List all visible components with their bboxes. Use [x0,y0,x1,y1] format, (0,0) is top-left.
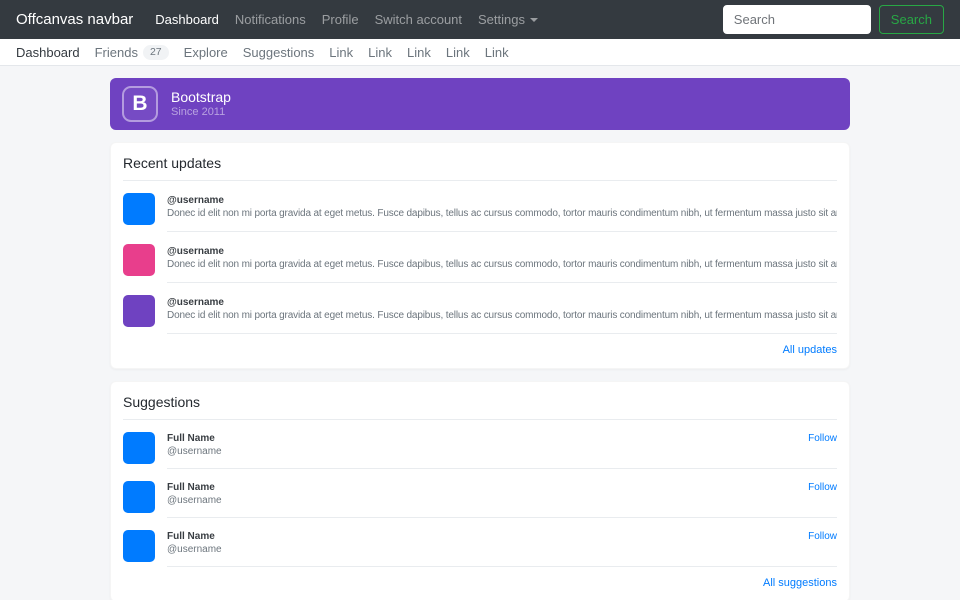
suggestion-name: Full Name [167,481,215,494]
friends-count-badge: 27 [143,45,169,60]
hero-banner: B Bootstrap Since 2011 [110,78,850,130]
update-username: @username [167,245,837,258]
secondary-nav: Dashboard Friends27 Explore Suggestions … [0,39,960,66]
avatar [123,530,155,562]
suggestion-body: Full Name Follow @username [167,530,837,567]
subnav-item-link-3[interactable]: Link [407,45,431,60]
suggestion-username: @username [167,445,837,458]
nav-item-settings-dropdown[interactable]: Settings [470,12,546,27]
suggestion-top-row: Full Name Follow [167,481,837,494]
nav-item-dashboard[interactable]: Dashboard [147,12,227,27]
subnav-item-link-5[interactable]: Link [485,45,509,60]
suggestion-item: Full Name Follow @username [123,469,837,518]
update-item: @username Donec id elit non mi porta gra… [123,181,837,232]
card-footer: All updates [123,334,837,356]
suggestion-body: Full Name Follow @username [167,432,837,469]
update-body: @username Donec id elit non mi porta gra… [167,244,837,283]
suggestion-item: Full Name Follow @username [123,518,837,567]
suggestions-card: Suggestions Full Name Follow @username F… [110,381,850,600]
subnav-item-dashboard[interactable]: Dashboard [16,45,80,60]
update-body: @username Donec id elit non mi porta gra… [167,295,837,334]
update-body: @username Donec id elit non mi porta gra… [167,193,837,232]
all-updates-link[interactable]: All updates [783,344,837,356]
subnav-friends-label: Friends [95,45,138,60]
suggestion-top-row: Full Name Follow [167,530,837,543]
navbar-links: Dashboard Notifications Profile Switch a… [147,12,546,27]
recent-updates-card: Recent updates @username Donec id elit n… [110,142,850,369]
hero-title: Bootstrap [171,89,231,106]
suggestions-title: Suggestions [123,394,837,420]
search-button[interactable]: Search [879,5,944,34]
navbar-brand[interactable]: Offcanvas navbar [16,11,133,28]
recent-updates-title: Recent updates [123,155,837,181]
subnav-item-link-2[interactable]: Link [368,45,392,60]
search-input[interactable] [723,5,871,34]
hero-text: Bootstrap Since 2011 [171,89,231,119]
follow-button[interactable]: Follow [808,531,837,542]
main-content: B Bootstrap Since 2011 Recent updates @u… [110,78,850,600]
follow-button[interactable]: Follow [808,433,837,444]
subnav-item-link-1[interactable]: Link [329,45,353,60]
bootstrap-logo-icon: B [122,86,158,122]
suggestion-top-row: Full Name Follow [167,432,837,445]
avatar [123,432,155,464]
update-item: @username Donec id elit non mi porta gra… [123,283,837,334]
update-username: @username [167,194,837,207]
update-text: Donec id elit non mi porta gravida at eg… [167,258,837,272]
nav-item-profile[interactable]: Profile [314,12,367,27]
suggestion-body: Full Name Follow @username [167,481,837,518]
subnav-item-friends[interactable]: Friends 27 [95,45,169,60]
avatar [123,481,155,513]
top-navbar: Offcanvas navbar Dashboard Notifications… [0,0,960,39]
suggestion-username: @username [167,543,837,556]
update-item: @username Donec id elit non mi porta gra… [123,232,837,283]
chevron-down-icon [530,18,538,22]
suggestion-username: @username [167,494,837,507]
nav-item-switch-account[interactable]: Switch account [367,12,470,27]
nav-item-notifications[interactable]: Notifications [227,12,314,27]
card-footer: All suggestions [123,567,837,589]
subnav-item-explore[interactable]: Explore [184,45,228,60]
nav-item-settings-label: Settings [478,12,525,27]
update-text: Donec id elit non mi porta gravida at eg… [167,207,837,221]
all-suggestions-link[interactable]: All suggestions [763,577,837,589]
suggestion-item: Full Name Follow @username [123,420,837,469]
update-text: Donec id elit non mi porta gravida at eg… [167,309,837,323]
follow-button[interactable]: Follow [808,482,837,493]
hero-subtitle: Since 2011 [171,106,231,119]
subnav-item-suggestions[interactable]: Suggestions [243,45,315,60]
subnav-item-link-4[interactable]: Link [446,45,470,60]
avatar [123,244,155,276]
suggestion-name: Full Name [167,530,215,543]
avatar [123,193,155,225]
search-form: Search [723,5,944,34]
suggestion-name: Full Name [167,432,215,445]
update-username: @username [167,296,837,309]
avatar [123,295,155,327]
